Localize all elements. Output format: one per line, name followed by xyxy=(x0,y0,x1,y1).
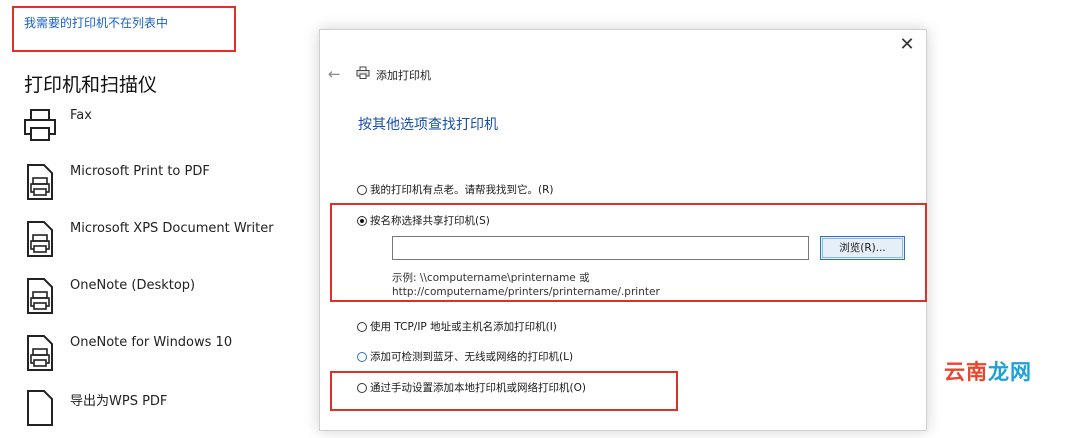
printer-name: Microsoft Print to PDF xyxy=(70,164,210,179)
back-arrow-icon[interactable]: ← xyxy=(328,64,348,84)
printer-doc-icon xyxy=(27,390,53,426)
printer-doc-icon xyxy=(27,221,53,257)
printer-name: Microsoft XPS Document Writer xyxy=(70,221,274,236)
option-label: 使用 TCP/IP 地址或主机名添加打印机(I) xyxy=(370,321,557,333)
section-title: 打印机和扫描仪 xyxy=(24,74,158,96)
option-share-by-name[interactable]: 按名称选择共享打印机(S) xyxy=(357,210,490,228)
site-watermark: 云南龙网 xyxy=(944,356,1032,386)
option-old-printer[interactable]: 我的打印机有点老。请帮我找到它。(R) xyxy=(357,179,554,197)
printer-item-onenote-win10[interactable]: OneNote for Windows 10 xyxy=(22,333,312,383)
option-bluetooth-wireless[interactable]: 添加可检测到蓝牙、无线或网络的打印机(L) xyxy=(357,346,573,364)
radio-button-selected[interactable] xyxy=(357,215,367,226)
radio-button[interactable] xyxy=(357,184,367,195)
printer-item-xps-writer[interactable]: Microsoft XPS Document Writer xyxy=(22,219,312,269)
printer-doc-icon xyxy=(27,335,53,371)
radio-button[interactable] xyxy=(357,321,367,332)
option-tcp-ip[interactable]: 使用 TCP/IP 地址或主机名添加打印机(I) xyxy=(357,316,557,334)
share-name-input[interactable] xyxy=(392,236,809,260)
printer-doc-icon xyxy=(27,164,53,200)
example-line-1: 示例: \\computername\printername 或 xyxy=(392,272,590,284)
printer-item-print-to-pdf[interactable]: Microsoft Print to PDF xyxy=(22,162,312,212)
fax-printer-icon xyxy=(24,109,56,141)
option-label: 我的打印机有点老。请帮我找到它。(R) xyxy=(370,184,554,196)
printer-item-fax[interactable]: Fax xyxy=(22,106,312,156)
dialog-heading: 按其他选项查找打印机 xyxy=(358,117,498,133)
watermark-part-2: 龙网 xyxy=(988,360,1032,384)
close-button[interactable]: ✕ xyxy=(896,34,918,56)
option-manual-local[interactable]: 通过手动设置添加本地打印机或网络打印机(O) xyxy=(357,377,586,395)
printer-item-onenote-desktop[interactable]: OneNote (Desktop) xyxy=(22,276,312,326)
option-label: 添加可检测到蓝牙、无线或网络的打印机(L) xyxy=(370,351,574,363)
radio-button[interactable] xyxy=(357,382,367,393)
add-printer-dialog: ✕ ← 添加打印机 按其他选项查找打印机 我的打印机有点老。请帮我找到它。(R)… xyxy=(319,29,927,431)
radio-button[interactable] xyxy=(357,351,367,362)
watermark-part-1: 云南 xyxy=(944,360,988,384)
option-label: 按名称选择共享打印机(S) xyxy=(370,215,490,227)
dialog-title: 添加打印机 xyxy=(376,69,431,82)
browse-button[interactable]: 浏览(R)... xyxy=(820,236,905,260)
option-label: 通过手动设置添加本地打印机或网络打印机(O) xyxy=(370,382,586,394)
printer-name: OneNote (Desktop) xyxy=(70,278,196,293)
printer-item-wps-pdf[interactable]: 导出为WPS PDF xyxy=(22,388,312,438)
printer-name: Fax xyxy=(70,108,92,123)
printer-icon xyxy=(356,66,370,79)
printer-name: OneNote for Windows 10 xyxy=(70,335,233,350)
example-line-2: http://computername/printers/printername… xyxy=(392,286,660,298)
missing-printer-link[interactable]: 我需要的打印机不在列表中 xyxy=(24,14,168,31)
printer-doc-icon xyxy=(27,278,53,314)
printer-name: 导出为WPS PDF xyxy=(70,394,168,409)
